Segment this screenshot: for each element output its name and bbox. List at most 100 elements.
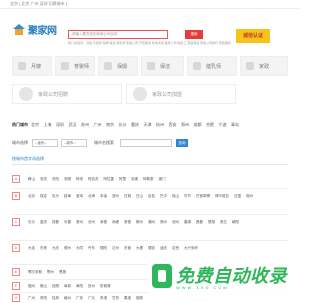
city-link[interactable]: 巴音郭楞 <box>196 194 210 198</box>
hot-city-link[interactable]: 青岛 <box>231 122 239 128</box>
city-link[interactable]: 安康 <box>131 177 138 181</box>
city-link[interactable]: 东营 <box>124 246 131 250</box>
city-switch-text[interactable]: 北京 [ 北京 广州 深圳 切换城市 ] <box>10 1 67 6</box>
service-yuesao[interactable]: 月嫂 <box>12 56 52 76</box>
city-link[interactable]: 朝阳 <box>232 220 239 224</box>
city-link[interactable]: 固原 <box>136 296 143 300</box>
city-link[interactable]: 巴中 <box>160 194 167 198</box>
city-link[interactable]: 安阳 <box>52 177 59 181</box>
city-link[interactable]: 澳门 <box>159 177 166 181</box>
city-link[interactable]: 赣州 <box>64 296 71 300</box>
hot-city-link[interactable]: 上海 <box>44 122 52 128</box>
city-link[interactable]: 大同 <box>76 246 83 250</box>
city-link[interactable]: 潮州 <box>148 220 155 224</box>
service-cuirushi[interactable]: 催乳师 <box>187 56 237 76</box>
hot-city-link[interactable]: 重庆 <box>131 122 139 128</box>
city-link[interactable]: 阿克苏 <box>88 177 99 181</box>
hot-city-link[interactable]: 长沙 <box>119 122 127 128</box>
certification-badge[interactable]: 诚信认证 <box>236 29 270 43</box>
hot-keywords[interactable]: 热门关键词：月嫂 育婴师 保姆 保洁 催乳师 家政公司 开荒保洁 家电清洗 搬家… <box>68 41 231 45</box>
city-link[interactable]: 福州 <box>28 284 35 288</box>
city-link[interactable]: 崇左 <box>220 220 227 224</box>
city-link[interactable]: 白山 <box>136 194 143 198</box>
city-link[interactable]: 鞍山 <box>28 177 35 181</box>
city-link[interactable]: 长沙 <box>28 220 35 224</box>
hot-city-link[interactable]: 深圳 <box>56 122 64 128</box>
city-link[interactable]: 大连 <box>28 246 35 250</box>
hot-city-link[interactable]: 宁波 <box>219 122 227 128</box>
city-link[interactable]: 沧州 <box>88 220 95 224</box>
city-link[interactable]: 果洛 <box>124 296 131 300</box>
service-jiazheng[interactable]: 家政 <box>240 56 288 76</box>
city-link[interactable]: 郴州 <box>136 220 143 224</box>
city-link[interactable]: 常德 <box>124 220 131 224</box>
service-baojie[interactable]: 保洁 <box>141 56 184 76</box>
city-link[interactable]: 大兴安岭 <box>184 246 198 250</box>
city-link[interactable]: 成都 <box>52 220 59 224</box>
city-link[interactable]: 百色 <box>148 194 155 198</box>
city-link[interactable]: 博尔塔拉 <box>215 194 229 198</box>
city-link[interactable]: 阿勒泰 <box>143 177 154 181</box>
city-link[interactable]: 佛山 <box>40 284 47 288</box>
city-link[interactable]: 巢湖 <box>184 220 191 224</box>
city-link[interactable]: 长春 <box>64 220 71 224</box>
city-link[interactable]: 昌都 <box>196 220 203 224</box>
city-link[interactable]: 德阳 <box>100 246 107 250</box>
city-link[interactable]: 鄂州 <box>47 270 54 274</box>
city-link[interactable]: 贵阳 <box>40 296 47 300</box>
service-baomu[interactable]: 保姆 <box>98 56 138 76</box>
city-link[interactable]: 本溪 <box>100 194 107 198</box>
city-link[interactable]: 阿拉善 <box>104 177 115 181</box>
city-link[interactable]: 亳州 <box>246 194 253 198</box>
search-input[interactable]: 请输入要查找的家政公司名称 <box>68 30 168 39</box>
city-link[interactable]: 达州 <box>112 246 119 250</box>
city-link[interactable]: 安庆 <box>40 177 47 181</box>
hot-city-link[interactable]: 成都 <box>194 122 202 128</box>
city-link[interactable]: 广州 <box>28 296 35 300</box>
city-link[interactable]: 定西 <box>172 246 179 250</box>
hot-city-link[interactable]: 西安 <box>169 122 177 128</box>
city-link[interactable]: 保定 <box>40 194 47 198</box>
franchise-link[interactable]: 家政公司加盟 <box>126 84 236 104</box>
recruit-link[interactable]: 家政公司招聘 <box>12 84 122 104</box>
hot-city-link[interactable]: 南京 <box>106 122 114 128</box>
province-select[interactable]: --省份-- <box>32 139 58 147</box>
city-link[interactable]: 大庆 <box>52 246 59 250</box>
city-link[interactable]: 蚌埠 <box>64 194 71 198</box>
hot-city-link[interactable]: 苏州 <box>81 122 89 128</box>
city-link[interactable]: 滁州 <box>160 220 167 224</box>
city-link[interactable]: 恩施 <box>59 270 66 274</box>
city-link[interactable]: 阜新 <box>64 284 71 288</box>
city-link[interactable]: 包头 <box>52 194 59 198</box>
city-link[interactable]: 北海 <box>88 194 95 198</box>
city-link[interactable]: 抚顺 <box>52 284 59 288</box>
city-link[interactable]: 安顺 <box>64 177 71 181</box>
hot-city-link[interactable]: 北京 <box>31 122 39 128</box>
hot-city-link[interactable]: 合肥 <box>206 122 214 128</box>
service-yuyingshi[interactable]: 育婴师 <box>55 56 95 76</box>
city-link[interactable]: 德州 <box>64 246 71 250</box>
city-link[interactable]: 广安 <box>76 296 83 300</box>
site-logo[interactable]: 聚家网 <box>12 22 57 37</box>
city-link[interactable]: 毕节 <box>184 194 191 198</box>
city-link[interactable]: 滨州 <box>112 194 119 198</box>
hot-city-link[interactable]: 郑州 <box>181 122 189 128</box>
city-link[interactable]: 防城港 <box>100 284 111 288</box>
city-link[interactable]: 楚雄 <box>208 220 215 224</box>
city-link[interactable]: 广元 <box>88 296 95 300</box>
city-link[interactable]: 大理 <box>136 246 143 250</box>
hot-city-link[interactable]: 杭州 <box>156 122 164 128</box>
city-link[interactable]: 池州 <box>172 220 179 224</box>
city-link[interactable]: 抚州 <box>88 284 95 288</box>
query-button[interactable]: 查询 <box>176 139 188 147</box>
city-link[interactable]: 白银 <box>234 194 241 198</box>
city-link[interactable]: 重庆 <box>40 220 47 224</box>
city-link[interactable]: 阿坝 <box>76 177 83 181</box>
search-button[interactable]: 搜索 <box>185 30 203 39</box>
city-link[interactable]: 甘孜 <box>112 296 119 300</box>
city-link[interactable]: 北京 <box>28 194 35 198</box>
city-link[interactable]: 常州 <box>76 220 83 224</box>
hot-city-link[interactable]: 广州 <box>94 122 102 128</box>
city-search-input[interactable] <box>120 139 172 147</box>
city-link[interactable]: 阜阳 <box>76 284 83 288</box>
